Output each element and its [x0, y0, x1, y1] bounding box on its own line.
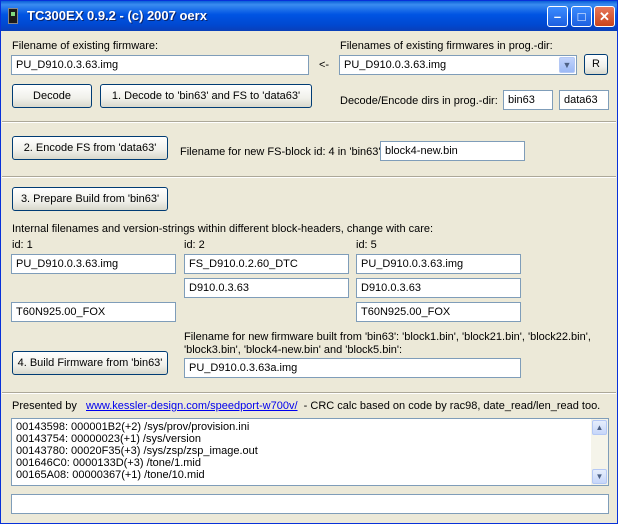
build-label-line1: Filename for new firmware built from 'bi…	[184, 331, 591, 343]
id2-filename-input[interactable]: FS_D910.0.2.60_DTC	[184, 254, 349, 274]
prepare-build-button[interactable]: 3. Prepare Build from 'bin63'	[12, 187, 168, 211]
title-bar[interactable]: TC300EX 0.9.2 - (c) 2007 oerx – □ ✕	[1, 1, 617, 31]
decode-to-bin-button[interactable]: 1. Decode to 'bin63' and FS to 'data63'	[100, 84, 312, 108]
log-line: 00165A08: 00000367(+1) /tone/10.mid	[16, 469, 205, 481]
decode-button[interactable]: Decode	[12, 84, 92, 108]
id1-label: id: 1	[12, 239, 33, 251]
fs-block-filename-input[interactable]: block4-new.bin	[380, 141, 525, 161]
firmware-filename-input[interactable]: PU_D910.0.3.63.img	[11, 55, 309, 75]
id5-label: id: 5	[356, 239, 377, 251]
id5-code-input[interactable]: T60N925.00_FOX	[356, 302, 521, 322]
arrow-left-label: <-	[319, 59, 330, 71]
scroll-up-icon[interactable]: ▲	[592, 420, 607, 435]
build-label-line2: 'block3.bin', 'block4-new.bin' and 'bloc…	[184, 344, 403, 356]
main-window: TC300EX 0.9.2 - (c) 2007 oerx – □ ✕ File…	[0, 0, 618, 524]
log-line: 00143754: 00000023(+1) /sys/version	[16, 433, 201, 445]
separator	[2, 176, 616, 178]
firmware-label: Filename of existing firmware:	[12, 40, 159, 52]
credits-line: Presented by www.kessler-design.com/spee…	[12, 400, 600, 412]
status-field[interactable]	[11, 494, 609, 514]
dirs-label: Decode/Encode dirs in prog.-dir:	[340, 95, 498, 107]
log-line: 00143598: 000001B2(+2) /sys/prov/provisi…	[16, 421, 250, 433]
id5-filename-input[interactable]: PU_D910.0.3.63.img	[356, 254, 521, 274]
headers-note-label: Internal filenames and version-strings w…	[12, 223, 434, 235]
credits-suffix: - CRC calc based on code by rac98, date_…	[303, 400, 601, 412]
kessler-design-link[interactable]: www.kessler-design.com/speedport-w700v/	[86, 400, 298, 412]
id2-version-input[interactable]: D910.0.3.63	[184, 278, 349, 298]
build-filename-input[interactable]: PU_D910.0.3.63a.img	[184, 358, 521, 378]
id5-version-input[interactable]: D910.0.3.63	[356, 278, 521, 298]
log-lines: 00143598: 000001B2(+2) /sys/prov/provisi…	[16, 421, 588, 481]
close-button[interactable]: ✕	[594, 6, 615, 27]
refresh-button[interactable]: R	[584, 54, 608, 75]
minimize-button[interactable]: –	[547, 6, 568, 27]
encode-fs-button[interactable]: 2. Encode FS from 'data63'	[12, 136, 168, 160]
credits-prefix: Presented by	[12, 400, 77, 412]
bin-dir-input[interactable]: bin63	[503, 90, 553, 110]
log-scrollbar[interactable]: ▲ ▼	[591, 419, 608, 485]
maximize-button[interactable]: □	[571, 6, 592, 27]
firmware-list-value: PU_D910.0.3.63.img	[344, 59, 447, 71]
id2-label: id: 2	[184, 239, 205, 251]
log-listbox[interactable]: 00143598: 000001B2(+2) /sys/prov/provisi…	[11, 418, 609, 486]
chevron-down-icon[interactable]: ▼	[559, 57, 575, 73]
id1-filename-input[interactable]: PU_D910.0.3.63.img	[11, 254, 176, 274]
id1-code-input[interactable]: T60N925.00_FOX	[11, 302, 176, 322]
separator	[2, 392, 616, 394]
app-icon	[8, 8, 18, 24]
log-line: 00143780: 00020F35(+3) /sys/zsp/zsp_imag…	[16, 445, 258, 457]
firmware-list-label: Filenames of existing firmwares in prog.…	[340, 40, 553, 52]
build-firmware-button[interactable]: 4. Build Firmware from 'bin63'	[12, 351, 168, 375]
data-dir-input[interactable]: data63	[559, 90, 609, 110]
fs-block-label: Filename for new FS-block id: 4 in 'bin6…	[180, 146, 384, 158]
window-title: TC300EX 0.9.2 - (c) 2007 oerx	[27, 8, 207, 23]
firmware-list-select[interactable]: PU_D910.0.3.63.img ▼	[339, 55, 577, 75]
separator	[2, 121, 616, 123]
log-line: 001646C0: 0000133D(+3) /tone/1.mid	[16, 457, 201, 469]
scroll-down-icon[interactable]: ▼	[592, 469, 607, 484]
